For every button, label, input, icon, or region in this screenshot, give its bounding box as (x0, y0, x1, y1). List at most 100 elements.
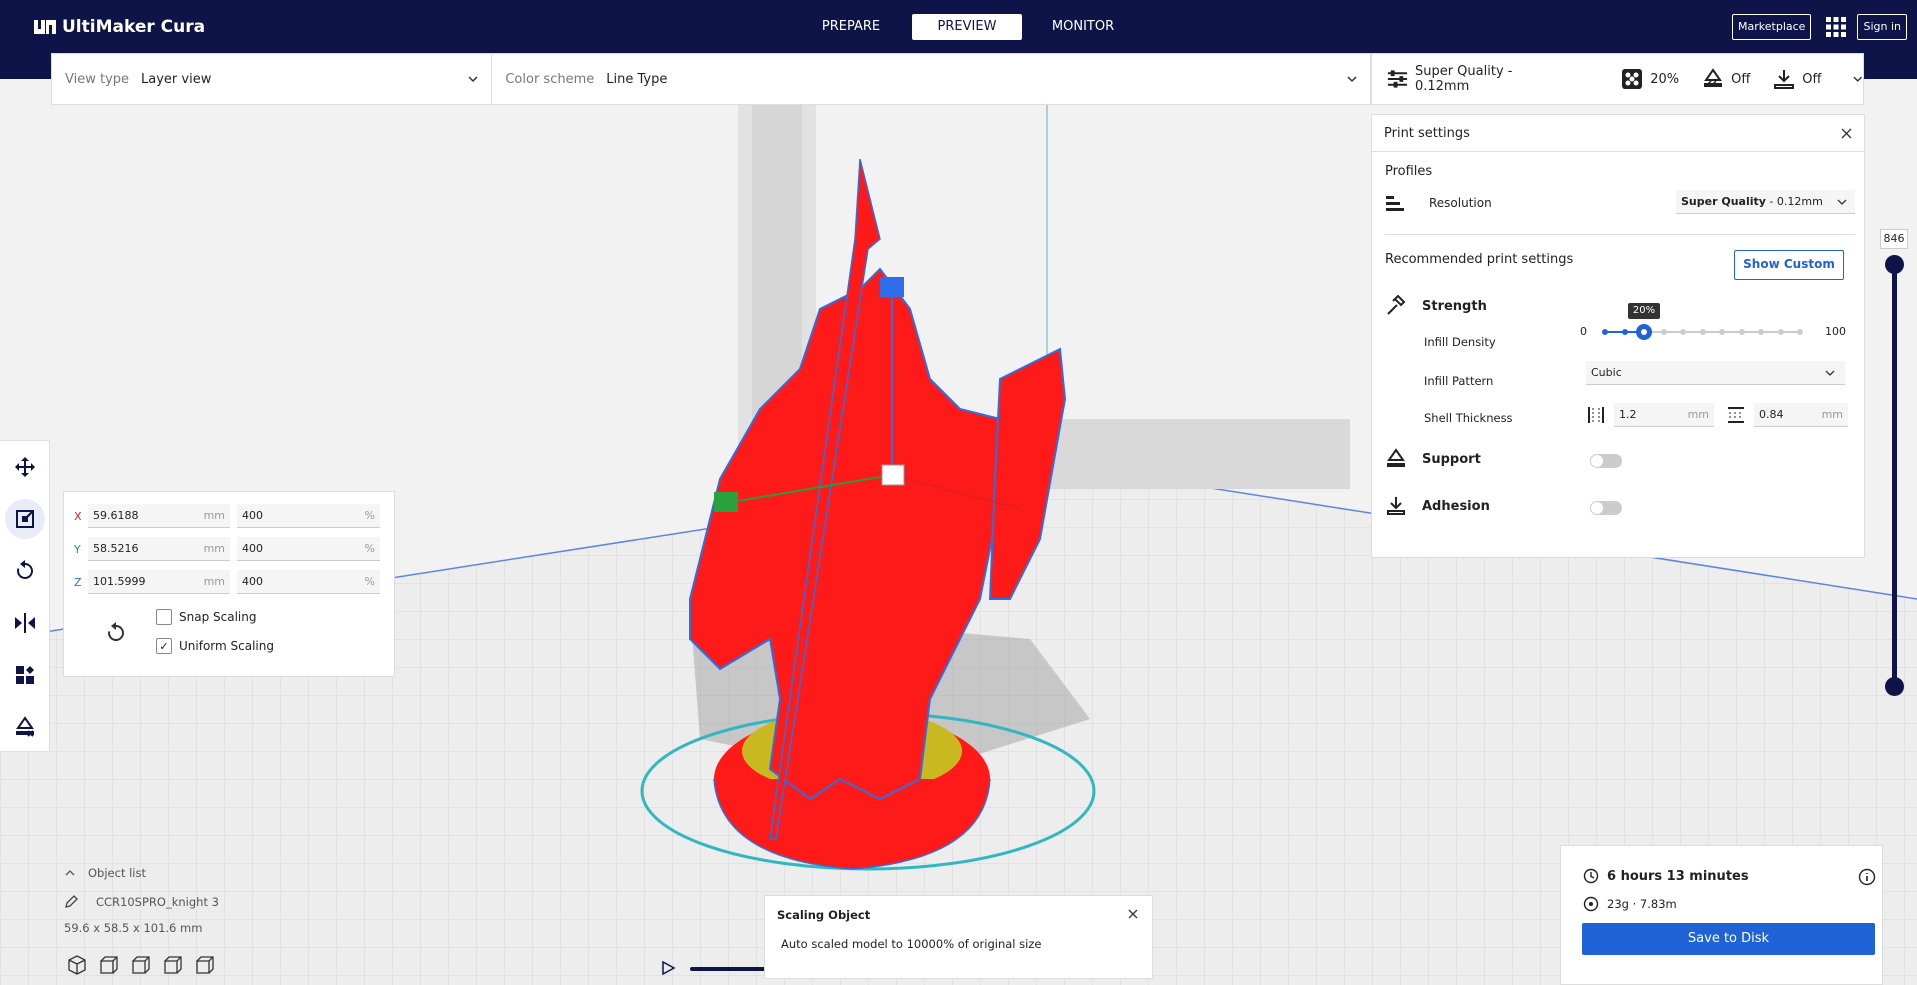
adhesion-summary[interactable]: Off (1772, 67, 1822, 91)
slider-tooltip: 20% (1628, 303, 1660, 319)
scale-z-percent-input[interactable]: 400% (237, 570, 380, 594)
infill-density-slider[interactable]: 0 20% 100 (1580, 303, 1846, 342)
support-toggle[interactable] (1590, 454, 1622, 468)
top-bottom-thickness-icon (1728, 407, 1744, 423)
simulation-progress-track[interactable] (690, 967, 770, 971)
top-view-icon[interactable] (130, 954, 152, 976)
ultimaker-logo-icon (34, 20, 56, 34)
toggle-knob (1591, 455, 1603, 467)
close-icon[interactable] (1128, 909, 1138, 919)
info-icon[interactable] (1858, 868, 1876, 886)
chevron-up-icon (65, 870, 75, 876)
scale-y-percent-input[interactable]: 400% (237, 537, 380, 561)
object-name-row[interactable]: CCR10SPRO_knight 3 (64, 895, 324, 909)
scale-x-percent-value: 400 (242, 509, 263, 522)
resolution-label: Resolution (1429, 196, 1492, 210)
front-view-icon[interactable] (98, 954, 120, 976)
print-time: 6 hours 13 minutes (1607, 868, 1749, 884)
print-settings-title: Print settings (1384, 126, 1470, 141)
right-view-icon[interactable] (194, 954, 216, 976)
view-type-selector[interactable]: View type Layer view (52, 54, 493, 104)
slider-track[interactable]: 20% (1602, 303, 1803, 340)
move-icon (15, 457, 35, 477)
rotate-tool-button[interactable] (0, 545, 50, 597)
print-settings-summary[interactable]: Super Quality - 0.12mm 20% Off Off (1371, 53, 1864, 105)
layer-slider-upper-handle[interactable] (1885, 255, 1904, 274)
camera-view-buttons (66, 954, 226, 976)
resolution-select[interactable]: Super Quality - 0.12mm (1676, 190, 1855, 214)
slider-knob[interactable] (1636, 324, 1652, 340)
tab-preview[interactable]: PREVIEW (912, 14, 1022, 40)
infill-summary-text: 20% (1650, 71, 1680, 87)
adhesion-section: Adhesion (1385, 495, 1490, 517)
hammer-icon (1387, 295, 1406, 315)
infill-density-label: Infill Density (1424, 335, 1496, 349)
slider-tick (1719, 329, 1725, 335)
unit-mm: mm (203, 542, 225, 555)
scale-x-percent-input[interactable]: 400% (237, 504, 380, 528)
view-type-value: Layer view (141, 71, 212, 87)
adhesion-summary-text: Off (1802, 71, 1822, 87)
snap-scaling-label: Snap Scaling (179, 610, 257, 624)
show-custom-button[interactable]: Show Custom (1734, 250, 1844, 280)
resolution-layer-height: - 0.12mm (1765, 195, 1823, 208)
per-model-settings-button[interactable] (0, 649, 50, 701)
tab-monitor[interactable]: MONITOR (1028, 14, 1138, 40)
scale-tool-panel: X 59.6188 mm 400% Y 58.5216 mm 400% Z 101.… (63, 491, 395, 677)
wall-thickness-value: 1.2 (1619, 408, 1637, 421)
slider-tick (1660, 329, 1667, 335)
chevron-down-icon (468, 76, 478, 83)
layer-slider-track[interactable] (1892, 263, 1897, 687)
print-settings-header: Print settings (1372, 115, 1864, 152)
close-icon[interactable] (1841, 128, 1852, 139)
scaling-message: Scaling Object Auto scaled model to 1000… (764, 895, 1153, 979)
unit-mm: mm (203, 575, 225, 588)
scale-z-mm-input[interactable]: 101.5999 mm (88, 570, 230, 594)
support-icon (1704, 68, 1723, 87)
wall-thickness-input[interactable]: 1.2 mm (1614, 403, 1714, 427)
save-to-disk-button[interactable]: Save to Disk (1582, 923, 1875, 955)
axis-y-label: Y (74, 542, 81, 556)
chevron-down-icon[interactable] (1852, 73, 1864, 85)
snap-scaling-box[interactable] (156, 609, 172, 625)
scale-y-mm-input[interactable]: 58.5216 mm (88, 537, 230, 561)
divider (1385, 234, 1855, 235)
infill-summary[interactable]: 20% (1620, 67, 1679, 91)
resolution-quality: Super Quality (1681, 195, 1766, 208)
infill-pattern-select[interactable]: Cubic (1586, 361, 1845, 385)
material-row: 23g · 7.83m (1583, 896, 1677, 912)
view-header-bar: View type Layer view Color scheme Line T… (51, 53, 1371, 105)
settings-sliders-icon (1387, 70, 1408, 88)
print-time-row: 6 hours 13 minutes (1583, 868, 1749, 884)
layer-number-input[interactable]: 846 (1880, 229, 1908, 249)
snap-scaling-checkbox[interactable]: Snap Scaling (156, 609, 256, 625)
scale-x-mm-input[interactable]: 59.6188 mm (88, 504, 230, 528)
uniform-scaling-checkbox[interactable]: ✓ Uniform Scaling (156, 638, 274, 654)
play-icon[interactable] (660, 960, 676, 976)
adhesion-toggle[interactable] (1590, 501, 1622, 515)
3d-view-icon[interactable] (66, 954, 88, 976)
layer-slider-lower-handle[interactable] (1885, 677, 1904, 696)
mirror-tool-button[interactable] (0, 597, 50, 649)
marketplace-button[interactable]: Marketplace (1732, 14, 1812, 40)
support-summary[interactable]: Off (1701, 67, 1750, 91)
sign-in-button[interactable]: Sign in (1857, 14, 1907, 40)
tab-prepare[interactable]: PREPARE (796, 14, 906, 40)
reset-scale-icon[interactable] (104, 620, 128, 644)
profile-summary[interactable]: Super Quality - 0.12mm (1386, 64, 1564, 94)
slider-tick (1621, 329, 1628, 335)
scale-tool-button[interactable] (0, 493, 50, 545)
left-view-icon[interactable] (162, 954, 184, 976)
object-list-toggle[interactable]: Object list (64, 866, 146, 880)
support-icon (1387, 448, 1405, 467)
scale-y-percent-value: 400 (242, 542, 263, 555)
support-blocker-button[interactable] (0, 701, 50, 753)
strength-label: Strength (1422, 298, 1487, 314)
uniform-scaling-box[interactable]: ✓ (156, 638, 172, 654)
top-bottom-thickness-input[interactable]: 0.84 mm (1754, 403, 1848, 427)
axis-z-label: Z (74, 575, 82, 589)
apps-grid-icon[interactable] (1825, 16, 1847, 38)
move-tool-button[interactable] (0, 441, 50, 493)
color-scheme-selector[interactable]: Color scheme Line Type (492, 54, 1370, 104)
message-title: Scaling Object (777, 908, 871, 922)
